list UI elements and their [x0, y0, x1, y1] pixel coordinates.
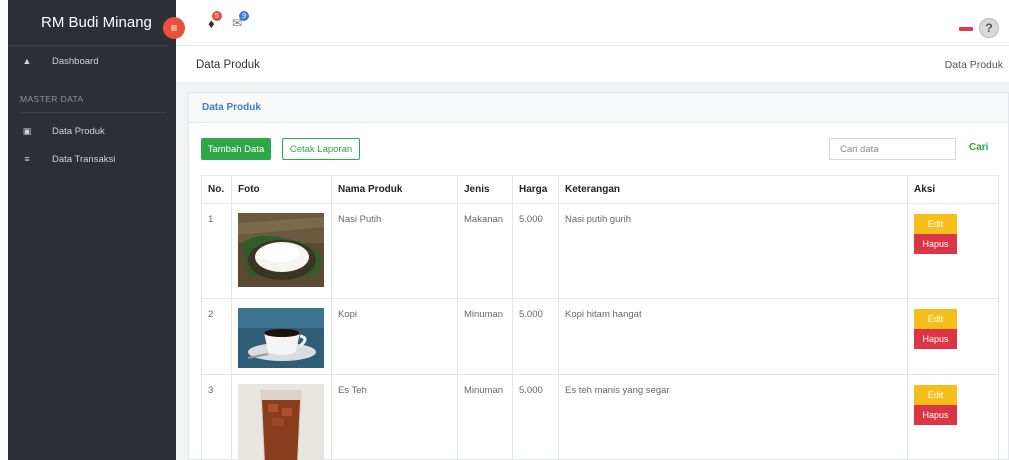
table-row: 2 Kopi Minuman 5.000 Kopi hitam hangat E…: [201, 298, 999, 375]
bell-icon[interactable]: ♦ 5: [208, 11, 222, 31]
sidebar-item-label: Data Transaksi: [52, 153, 116, 165]
cell-no: 1: [201, 203, 232, 299]
topbar: ≡ ♦ 5 ✉ 9 ?: [163, 0, 1009, 46]
edit-button[interactable]: Edit: [914, 385, 957, 405]
page-title: Data Produk: [196, 59, 260, 71]
cell-price: 5.000: [512, 203, 559, 299]
product-table: No. Foto Nama Produk Jenis Harga Keteran…: [201, 175, 999, 460]
cell-actions: Edit Hapus: [907, 203, 999, 299]
breadcrumb-current[interactable]: Data Produk: [945, 59, 1003, 71]
column-header-photo: Foto: [231, 175, 332, 204]
cell-photo: [231, 374, 332, 460]
cell-name: Nasi Putih: [331, 203, 458, 299]
cell-photo: [231, 298, 332, 375]
print-report-button[interactable]: Cetak Laporan: [282, 138, 360, 160]
delete-button[interactable]: Hapus: [914, 329, 957, 349]
column-header-name: Nama Produk: [331, 175, 458, 204]
sidebar-item-dashboard[interactable]: ▲ Dashboard: [8, 46, 176, 76]
table-row: 3 Es Teh Minuman 5.000 Es teh manis yang…: [201, 374, 999, 460]
sidebar-item-data-transaksi[interactable]: ≡ Data Transaksi: [8, 145, 176, 173]
iced-tea-image: [238, 384, 324, 460]
delete-button[interactable]: Hapus: [914, 405, 957, 425]
cell-type: Minuman: [457, 374, 513, 460]
delete-button[interactable]: Hapus: [914, 234, 957, 254]
menu-toggle-icon[interactable]: ≡: [163, 17, 185, 39]
cell-type: Minuman: [457, 298, 513, 375]
column-header-price: Harga: [512, 175, 559, 204]
message-badge: 9: [239, 11, 250, 21]
cell-name: Es Teh: [331, 374, 458, 460]
cell-actions: Edit Hapus: [907, 374, 999, 460]
cell-name: Kopi: [331, 298, 458, 375]
add-data-button[interactable]: Tambah Data: [201, 138, 271, 160]
sidebar-item-data-produk[interactable]: ▣ Data Produk: [8, 117, 176, 145]
rice-image: [238, 213, 324, 287]
notification-badge: 5: [211, 11, 222, 21]
product-card: Data Produk Tambah Data Cetak Laporan Ca…: [188, 92, 1009, 460]
brand-title[interactable]: RM Budi Minang: [8, 0, 168, 46]
search-input[interactable]: Cari data: [829, 138, 956, 160]
cell-no: 3: [201, 374, 232, 460]
coffee-image: [238, 308, 324, 368]
edit-button[interactable]: Edit: [914, 214, 957, 234]
breadcrumb: Data Produk Data Produk: [176, 48, 1009, 82]
column-header-action: Aksi: [907, 175, 999, 204]
search-button[interactable]: Cari: [969, 142, 988, 153]
cell-price: 5.000: [512, 374, 559, 460]
card-title: Data Produk: [189, 93, 1008, 123]
cell-actions: Edit Hapus: [907, 298, 999, 375]
column-header-description: Keterangan: [558, 175, 908, 204]
flag-icon[interactable]: [959, 27, 973, 31]
cell-description: Nasi putih gurih: [558, 203, 908, 299]
file-icon: ▣: [22, 125, 32, 136]
sidebar: RM Budi Minang ▲ Dashboard MASTER DATA ▣…: [8, 0, 176, 460]
cell-no: 2: [201, 298, 232, 375]
cell-price: 5.000: [512, 298, 559, 375]
table-header-row: No. Foto Nama Produk Jenis Harga Keteran…: [201, 175, 999, 204]
sidebar-section-title: MASTER DATA: [20, 76, 166, 113]
cell-description: Kopi hitam hangat: [558, 298, 908, 375]
mail-icon[interactable]: ✉ 9: [232, 11, 250, 30]
cell-description: Es teh manis yang segar: [558, 374, 908, 460]
dashboard-icon: ▲: [22, 56, 32, 66]
list-icon: ≡: [24, 154, 30, 164]
avatar[interactable]: ?: [979, 18, 999, 38]
cell-type: Makanan: [457, 203, 513, 299]
table-row: 1 Nasi Putih Makanan 5.000 Nasi putih gu…: [201, 203, 999, 299]
column-header-type: Jenis: [457, 175, 513, 204]
column-header-no: No.: [201, 175, 232, 204]
cell-photo: [231, 203, 332, 299]
edit-button[interactable]: Edit: [914, 309, 957, 329]
sidebar-item-label: Data Produk: [52, 125, 105, 137]
sidebar-item-label: Dashboard: [52, 55, 99, 67]
